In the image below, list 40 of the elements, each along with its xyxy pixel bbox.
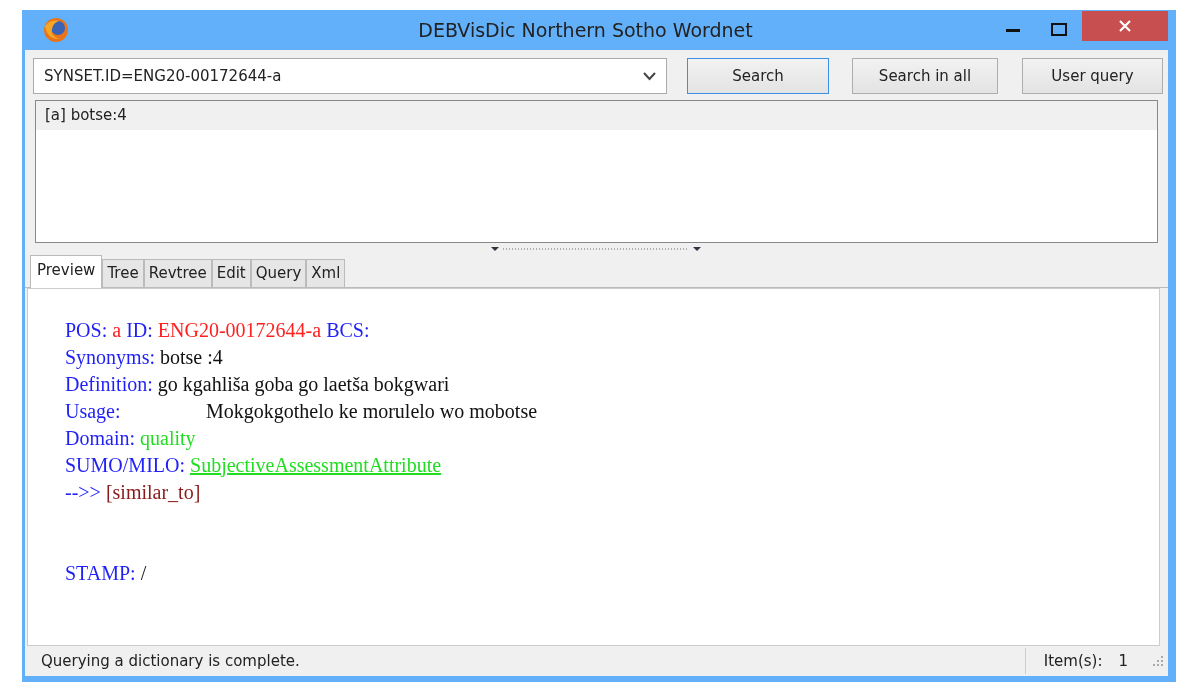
caret-icon bbox=[643, 71, 656, 81]
field-label: Definition: bbox=[65, 372, 153, 395]
field-label: SUMO/MILO: bbox=[65, 453, 185, 476]
field-label: Synonyms: bbox=[65, 345, 156, 368]
maximize-icon bbox=[1051, 23, 1067, 37]
field-label: Usage: bbox=[65, 398, 122, 425]
relation-text: [similar_to] bbox=[105, 480, 201, 503]
field-label: POS: bbox=[65, 318, 108, 341]
tab[interactable]: Xml bbox=[306, 259, 346, 287]
window-title: DEBVisDic Northern Sotho Wordnet bbox=[417, 17, 754, 43]
items-count: 1 bbox=[1118, 650, 1128, 672]
field-value: / bbox=[140, 561, 147, 584]
id-value: ENG20-00172644-a bbox=[157, 318, 322, 341]
toolbar-button[interactable]: Search in all bbox=[852, 58, 998, 94]
field-label: BCS: bbox=[326, 318, 370, 341]
field-label: Domain: bbox=[65, 426, 135, 449]
close-icon bbox=[1118, 19, 1132, 33]
field-label: -->> bbox=[65, 480, 101, 503]
resize-grip-icon[interactable] bbox=[1152, 655, 1164, 668]
toolbar-button[interactable]: User query bbox=[1022, 58, 1163, 94]
tab[interactable]: Edit bbox=[211, 259, 251, 287]
id-value: a bbox=[112, 318, 122, 341]
domain-value: quality bbox=[140, 426, 196, 449]
result-item[interactable]: [a] botse:4 bbox=[36, 101, 1157, 130]
field-value: Mokgokgothelo ke morulelo wo mobotse bbox=[206, 399, 538, 422]
tab[interactable]: Preview bbox=[30, 255, 103, 288]
status-message: Querying a dictionary is complete. bbox=[40, 650, 301, 672]
field-value: go kgahliša goba go laetša bokgwari bbox=[157, 372, 450, 395]
tab[interactable]: Tree bbox=[102, 259, 144, 287]
field-value: botse :4 bbox=[160, 345, 223, 368]
items-label: Item(s): bbox=[1043, 650, 1103, 672]
app-icon bbox=[41, 17, 71, 43]
minimize-icon bbox=[1006, 28, 1020, 32]
field-label: STAMP: bbox=[65, 561, 136, 584]
query-value: SYNSET.ID=ENG20-00172644-a bbox=[44, 65, 283, 87]
query-combobox[interactable]: SYNSET.ID=ENG20-00172644-a bbox=[33, 58, 667, 94]
tab[interactable]: Query bbox=[250, 259, 307, 287]
toolbar-button[interactable]: Search bbox=[687, 58, 829, 94]
field-label: ID: bbox=[126, 318, 153, 341]
tab[interactable]: Revtree bbox=[143, 259, 212, 287]
